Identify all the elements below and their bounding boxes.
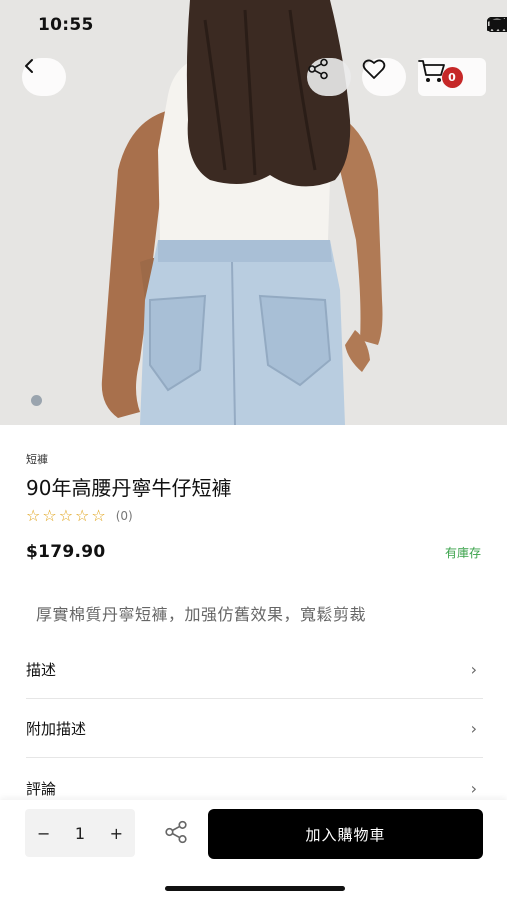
cart-icon <box>418 60 445 82</box>
share-product-button[interactable] <box>164 820 188 848</box>
review-count: (0) <box>115 509 133 523</box>
star-icon: ☆ <box>42 506 57 525</box>
status-time: 10:55 <box>38 15 94 35</box>
star-icon: ☆ <box>75 506 90 525</box>
quantity-value[interactable]: 1 <box>75 824 85 843</box>
section-label: 附加描述 <box>26 720 87 738</box>
back-button[interactable] <box>22 58 66 96</box>
home-indicator[interactable] <box>165 886 345 891</box>
battery-icon <box>487 17 507 32</box>
share-icon <box>165 820 187 844</box>
gallery-page-indicator[interactable] <box>31 395 42 406</box>
section-description[interactable]: 描述 › <box>26 641 483 699</box>
stock-status: 有庫存 <box>444 546 481 560</box>
favorite-button[interactable] <box>362 58 406 96</box>
chevron-right-icon: › <box>470 778 477 798</box>
star-icon: ☆ <box>91 506 106 525</box>
star-icon: ☆ <box>58 506 74 525</box>
product-rating[interactable]: ☆ ☆ ☆ ☆ ☆ (0) <box>26 508 133 524</box>
increase-quantity-button[interactable]: + <box>110 824 123 843</box>
status-bar: 10:55 <box>0 0 507 50</box>
star-icon: ☆ <box>26 506 41 525</box>
product-image[interactable]: 10:55 0 <box>0 0 507 425</box>
chevron-right-icon: › <box>470 719 477 738</box>
chevron-right-icon: › <box>470 660 477 679</box>
product-price: $179.90 <box>26 542 106 562</box>
purchase-bar: − 1 + 加入購物車 <box>0 800 507 900</box>
decrease-quantity-button[interactable]: − <box>37 824 50 843</box>
heart-icon <box>362 59 386 79</box>
cart-button[interactable]: 0 <box>418 58 486 96</box>
section-label: 評論 <box>26 779 57 798</box>
product-title: 90年高腰丹寧牛仔短褲 <box>26 476 232 500</box>
add-to-cart-button[interactable]: 加入購物車 <box>208 809 483 859</box>
section-label: 描述 <box>26 661 57 679</box>
quantity-stepper: − 1 + <box>25 809 135 857</box>
share-button[interactable] <box>307 58 351 96</box>
back-arrow-icon <box>25 59 33 73</box>
product-category[interactable]: 短褲 <box>26 451 48 467</box>
share-icon <box>308 58 328 80</box>
product-short-description: 厚實棉質丹寧短褲，加强仿舊效果，寬鬆剪裁 <box>36 605 367 624</box>
section-additional-description[interactable]: 附加描述 › <box>26 700 483 758</box>
